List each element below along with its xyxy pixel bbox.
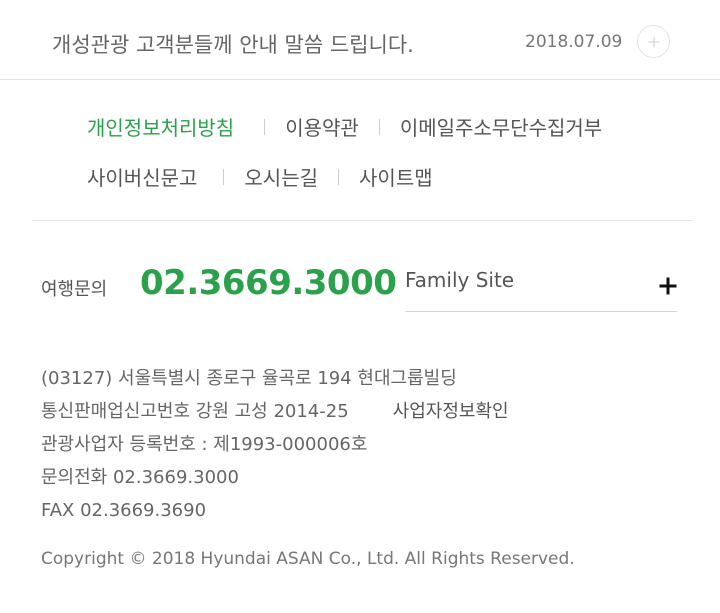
business-info-link[interactable]: 사업자정보확인 [393, 401, 509, 422]
notice-title[interactable]: 개성관광 고객분들께 안내 말씀 드립니다. [52, 29, 414, 59]
notice-bar: 개성관광 고객분들께 안내 말씀 드립니다. 2018.07.09 [0, 0, 720, 80]
link-privacy-policy[interactable]: 개인정보처리방침 [87, 112, 234, 141]
link-separator [264, 118, 266, 135]
link-separator [378, 118, 380, 135]
footer-divider [32, 220, 692, 221]
link-directions[interactable]: 오시는길 [244, 162, 318, 191]
notice-date: 2018.07.09 [525, 32, 623, 52]
link-cyber-petition[interactable]: 사이버신문고 [87, 162, 197, 191]
fax-number: FAX 02.3669.3690 [41, 500, 207, 521]
footer-links-row-2: 사이버신문고 오시는길 사이트맵 [87, 162, 433, 191]
notice-more-button[interactable] [637, 25, 670, 58]
link-email-refusal[interactable]: 이메일주소무단수집거부 [400, 112, 602, 141]
link-separator [338, 168, 340, 185]
telecom-registration: 통신판매업신고번호 강원 고성 2014-25 [41, 401, 349, 422]
tourism-registration: 관광사업자 등록번호 : 제1993-000006호 [41, 434, 368, 455]
contact-phone-number: 02.3669.3000 [140, 263, 397, 303]
link-terms-of-use[interactable]: 이용약관 [285, 112, 359, 141]
address: (03127) 서울특별시 종로구 율곡로 194 현대그룹빌딩 [41, 368, 457, 389]
link-separator [223, 168, 225, 185]
company-info: (03127) 서울특별시 종로구 율곡로 194 현대그룹빌딩 통신판매업신고… [41, 362, 509, 527]
footer-links-row-1: 개인정보처리방침 이용약관 이메일주소무단수집거부 [87, 112, 602, 141]
family-site-select[interactable]: Family Site [405, 262, 677, 312]
family-site-label: Family Site [405, 268, 515, 292]
inquiry-phone: 문의전화 02.3669.3000 [41, 467, 239, 488]
contact-label: 여행문의 [41, 279, 108, 300]
plus-icon [659, 277, 677, 295]
telecom-registration-line: 통신판매업신고번호 강원 고성 2014-25 사업자정보확인 [41, 395, 509, 428]
link-sitemap[interactable]: 사이트맵 [359, 162, 433, 191]
copyright-text: Copyright © 2018 Hyundai ASAN Co., Ltd. … [41, 549, 575, 569]
